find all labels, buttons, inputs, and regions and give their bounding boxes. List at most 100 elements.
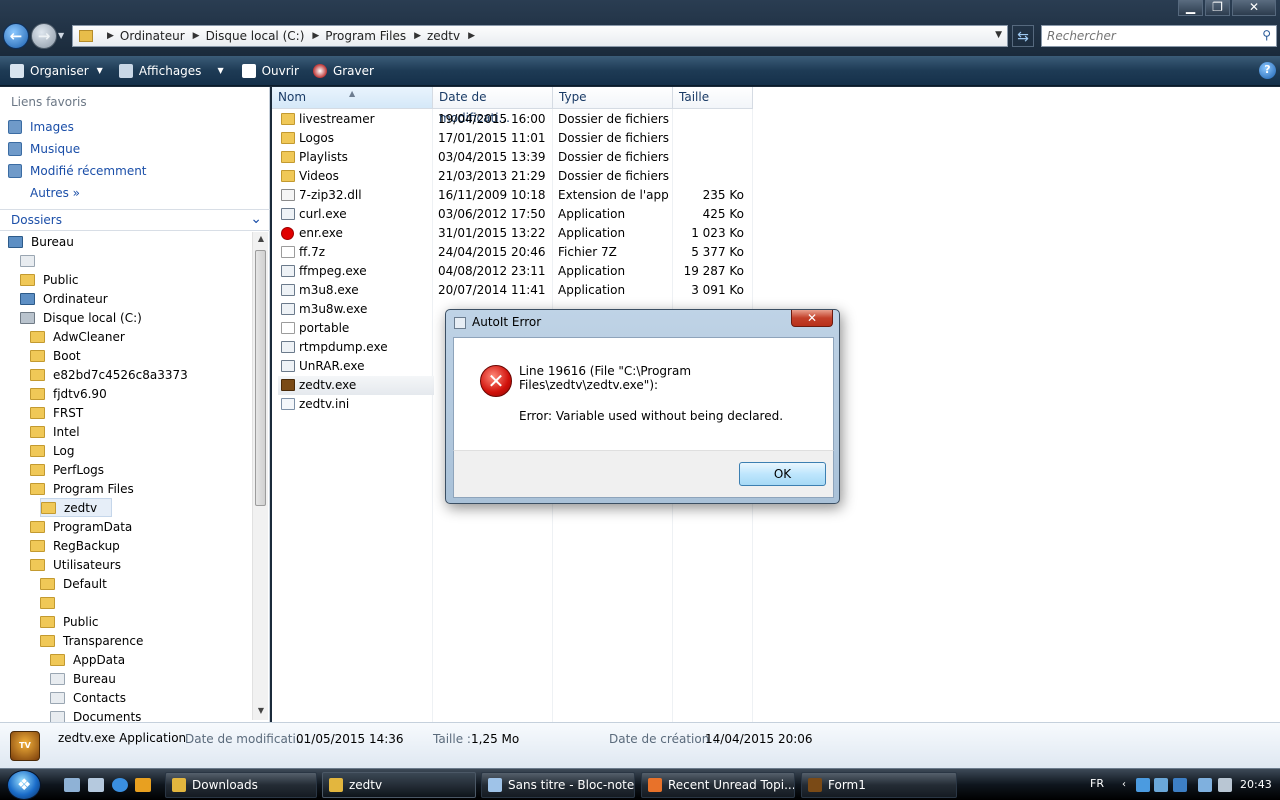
show-desktop-icon[interactable] (64, 778, 80, 792)
column-type[interactable]: Type (553, 87, 673, 109)
tree-item[interactable]: Default (40, 574, 107, 593)
network-tray-icon[interactable] (1136, 778, 1150, 792)
favorite-images[interactable]: Images (8, 120, 74, 134)
breadcrumb-program-files[interactable]: Program Files ▶ (325, 29, 421, 43)
internet-explorer-icon[interactable] (112, 778, 128, 792)
graver-button[interactable]: Graver (312, 63, 374, 78)
breadcrumb-disque[interactable]: Disque local (C:) ▶ (206, 29, 320, 43)
file-row[interactable]: Logos 17/01/2015 11:01 Dossier de fichiers (278, 129, 748, 148)
clock[interactable]: 20:43 (1240, 778, 1272, 791)
file-row[interactable]: zedtv.exe (278, 376, 434, 395)
file-row[interactable]: enr.exe 31/01/2015 13:22 Application 1 023 … (278, 224, 748, 243)
switch-windows-icon[interactable] (88, 778, 104, 792)
tree-item[interactable]: Bureau (50, 669, 116, 688)
search-box[interactable]: ⚲ (1041, 25, 1277, 47)
address-dropdown-icon[interactable]: ▼ (995, 30, 1002, 40)
file-row[interactable]: m3u8.exe 20/07/2014 11:41 Application 3 091… (278, 281, 748, 300)
tree-item[interactable]: Public (20, 270, 79, 289)
breadcrumb-ordinateur[interactable]: Ordinateur ▶ (120, 29, 200, 43)
close-button[interactable]: ✕ (1232, 0, 1276, 16)
tree-item[interactable]: ProgramData (30, 517, 132, 536)
favorite-recent[interactable]: Modifié récemment (8, 164, 147, 178)
tree-item[interactable] (40, 593, 63, 612)
file-type: Fichier 7Z (558, 245, 617, 259)
tree-item[interactable]: Bureau (8, 232, 74, 251)
folder-icon (30, 539, 45, 552)
tree-item[interactable]: e82bd7c4526c8a3373 (30, 365, 188, 384)
tree-item[interactable]: PerfLogs (30, 460, 104, 479)
address-bar[interactable]: ▶ Ordinateur ▶ Disque local (C:) ▶ Program… (72, 25, 1008, 47)
tree-item[interactable]: Contacts (50, 688, 126, 707)
tray-expand-icon[interactable]: ‹ (1117, 778, 1131, 792)
file-row[interactable]: Playlists 03/04/2015 13:39 Dossier de fich… (278, 148, 748, 167)
scroll-up-icon[interactable]: ▲ (253, 234, 269, 248)
back-button[interactable]: ← (3, 23, 29, 49)
affichages-button[interactable]: Affichages ▼ (118, 63, 224, 78)
bluetooth-tray-icon[interactable] (1154, 778, 1168, 792)
file-row[interactable]: ffmpeg.exe 04/08/2012 23:11 Application 19 … (278, 262, 748, 281)
file-row[interactable]: livestreamer 19/04/2015 16:00 Dossier de f… (278, 110, 748, 129)
favorite-musique[interactable]: Musique (8, 142, 80, 156)
column-date[interactable]: Date de modificati... (433, 87, 553, 125)
chevron-right-icon: ▶ (468, 31, 476, 41)
tree-item[interactable]: FRST (30, 403, 83, 422)
search-input[interactable] (1042, 26, 1252, 46)
media-player-icon[interactable] (135, 778, 151, 792)
ok-button[interactable]: OK (739, 462, 826, 486)
breadcrumb-zedtv[interactable]: zedtv ▶ (427, 29, 475, 43)
column-size[interactable]: Taille (673, 87, 753, 109)
file-row[interactable]: ff.7z 24/04/2015 20:46 Fichier 7Z 5 377 Ko (278, 243, 748, 262)
tree-item[interactable] (20, 251, 43, 270)
scrollbar-thumb[interactable] (255, 250, 266, 506)
breadcrumb-sep[interactable]: ▶ (99, 31, 114, 41)
tree-item[interactable]: Disque local (C:) (20, 308, 142, 327)
taskbar-button[interactable]: Sans titre - Bloc-notes (481, 772, 635, 798)
monitor-tray-icon[interactable] (1198, 778, 1212, 792)
folder-icon (30, 520, 45, 533)
help-button[interactable]: ? (1259, 62, 1276, 79)
tree-item[interactable]: RegBackup (30, 536, 120, 555)
forward-button[interactable]: → (31, 23, 57, 49)
tree-item[interactable]: Ordinateur (20, 289, 108, 308)
folders-header[interactable]: Dossiers ⌄ (0, 209, 270, 231)
tree-item[interactable]: Log (30, 441, 74, 460)
tree-item[interactable]: AdwCleaner (30, 327, 125, 346)
dialog-close-button[interactable]: ✕ (791, 310, 833, 327)
tree-item[interactable]: Public (40, 612, 99, 631)
chevron-right-icon: ▶ (414, 31, 421, 41)
language-indicator[interactable]: FR (1090, 777, 1104, 790)
maximize-button[interactable]: ❐ (1205, 0, 1230, 16)
tree-item[interactable]: fjdtv6.90 (30, 384, 107, 403)
tree-item-label: fjdtv6.90 (53, 386, 107, 401)
favorite-autres[interactable]: Autres » (30, 186, 80, 200)
taskbar-button[interactable]: zedtv (322, 772, 476, 798)
minimize-button[interactable]: ▁ (1178, 0, 1203, 16)
tree-item[interactable]: Utilisateurs (30, 555, 121, 574)
organiser-button[interactable]: Organiser ▼ (10, 63, 103, 78)
ouvrir-button[interactable]: Ouvrir (241, 63, 299, 78)
tree-item[interactable]: zedtv (40, 498, 113, 517)
tree-item[interactable]: Program Files (30, 479, 134, 498)
file-row[interactable]: Videos 21/03/2013 21:29 Dossier de fichier… (278, 167, 748, 186)
tree-item[interactable]: AppData (50, 650, 125, 669)
file-name: Videos (299, 169, 339, 183)
file-row[interactable]: curl.exe 03/06/2012 17:50 Application 425 K… (278, 205, 748, 224)
tree-item[interactable]: Intel (30, 422, 80, 441)
history-dropdown-icon[interactable]: ▼ (58, 31, 64, 40)
column-name[interactable]: Nom ▲ (272, 87, 433, 109)
scroll-down-icon[interactable]: ▼ (253, 706, 269, 720)
tree-item[interactable]: Boot (30, 346, 81, 365)
folder-icon (41, 501, 56, 514)
shield-icon[interactable] (1173, 778, 1187, 792)
refresh-button[interactable]: ⇆ (1012, 25, 1034, 47)
tree-item[interactable]: Transparence (40, 631, 143, 650)
tree-scrollbar[interactable]: ▲ ▼ (252, 232, 268, 720)
taskbar-button[interactable]: Downloads (165, 772, 317, 798)
volume-icon[interactable] (1218, 778, 1232, 792)
taskbar-button[interactable]: Form1 (801, 772, 957, 798)
error-location: Line 19616 (File "C:\Program Files\zedtv… (519, 364, 692, 392)
taskbar-button[interactable]: Recent Unread Topi... (641, 772, 795, 798)
search-icon[interactable]: ⚲ (1262, 28, 1271, 42)
start-button[interactable] (7, 770, 41, 800)
file-row[interactable]: 7-zip32.dll 16/11/2009 10:18 Extension de … (278, 186, 748, 205)
